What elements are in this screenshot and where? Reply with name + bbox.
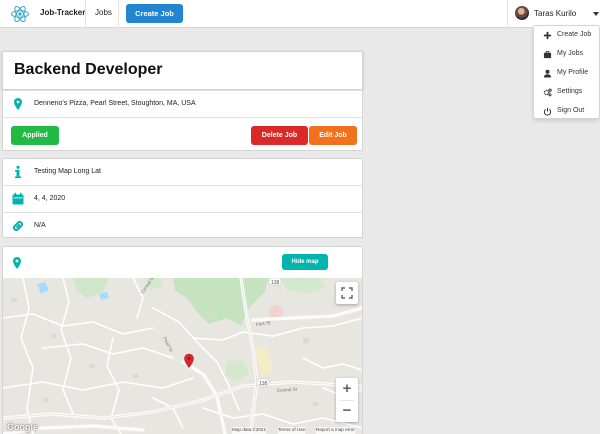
zoom-out-button[interactable]: − <box>336 400 358 422</box>
zoom-in-button[interactable]: + <box>336 378 358 400</box>
react-logo-icon[interactable] <box>10 4 30 24</box>
date-row: 4, 4, 2020 <box>3 185 362 212</box>
map-card-header: Hide map <box>2 246 363 278</box>
zoom-control: + − <box>336 378 358 422</box>
nav-divider <box>85 0 86 28</box>
job-date: 4, 4, 2020 <box>34 195 66 202</box>
hide-map-button[interactable]: Hide map <box>282 254 328 270</box>
job-details-card: Testing Map Long Lat 4, 4, 2020 N/A <box>2 158 363 238</box>
delete-job-button[interactable]: Delete Job <box>251 126 308 145</box>
menu-item-settings[interactable]: Settings <box>534 83 600 102</box>
map-marker-icon <box>14 98 22 110</box>
job-title-card: Backend Developer <box>2 51 363 90</box>
map-data-attribution: Map data ©2021 <box>232 427 267 434</box>
power-icon <box>543 107 552 116</box>
create-job-button[interactable]: Create Job <box>126 4 183 23</box>
gears-icon <box>543 88 552 97</box>
calendar-icon <box>12 192 24 205</box>
caret-down-icon <box>593 12 599 16</box>
menu-item-sign-out[interactable]: Sign Out <box>534 102 600 121</box>
avatar <box>515 6 529 20</box>
menu-item-label: Sign Out <box>557 107 585 114</box>
google-logo[interactable]: Google <box>7 422 38 432</box>
menu-item-label: Create Job <box>557 31 592 38</box>
status-applied-button[interactable]: Applied <box>11 126 59 145</box>
brand-name[interactable]: Job-Tracker <box>40 8 85 17</box>
user-icon <box>543 69 552 78</box>
google-map[interactable]: 138 138 Central St Pearl St Park St Cent… <box>3 278 362 434</box>
menu-item-create-job[interactable]: Create Job <box>534 26 600 45</box>
nav-link-jobs[interactable]: Jobs <box>95 8 112 17</box>
description-row: Testing Map Long Lat <box>3 159 362 185</box>
map-canvas[interactable]: 138 138 Central St Pearl St Park St Cent… <box>3 278 362 434</box>
terms-of-use-link[interactable]: Terms of Use <box>278 427 306 434</box>
job-link: N/A <box>34 222 46 229</box>
edit-job-button[interactable]: Edit Job <box>309 126 357 145</box>
menu-item-my-profile[interactable]: My Profile <box>534 64 600 83</box>
map-marker-icon <box>13 257 21 269</box>
report-map-error-link[interactable]: Report a map error <box>316 427 355 434</box>
route-shield-label: 138 <box>259 381 268 387</box>
info-icon <box>15 165 21 178</box>
top-navbar: Job-Tracker Jobs Create Job Taras Kurilo <box>0 0 600 28</box>
nav-divider <box>118 0 119 28</box>
menu-item-my-jobs[interactable]: My Jobs <box>534 45 600 64</box>
job-description: Testing Map Long Lat <box>34 168 101 175</box>
link-row: N/A <box>3 212 362 238</box>
job-actions-row: Applied Delete Job Edit Job <box>2 117 363 151</box>
route-shield-label: 138 <box>271 280 280 286</box>
menu-item-label: My Profile <box>557 69 589 76</box>
user-dropdown-menu: Create Job My Jobs My Profile Settings S… <box>533 25 600 119</box>
location-row: Denneno's Pizza, Pearl Street, Stoughton… <box>2 90 363 117</box>
job-location: Denneno's Pizza, Pearl Street, Stoughton… <box>34 100 196 107</box>
fullscreen-button[interactable] <box>336 282 358 304</box>
link-icon <box>13 221 23 231</box>
menu-item-label: My Jobs <box>557 50 584 57</box>
menu-item-label: Settings <box>557 88 583 95</box>
user-name: Taras Kurilo <box>534 9 577 18</box>
briefcase-icon <box>543 50 552 59</box>
plus-icon <box>543 31 552 40</box>
nav-divider <box>507 0 508 28</box>
page-title: Backend Developer <box>14 61 163 78</box>
fullscreen-icon <box>341 287 353 299</box>
